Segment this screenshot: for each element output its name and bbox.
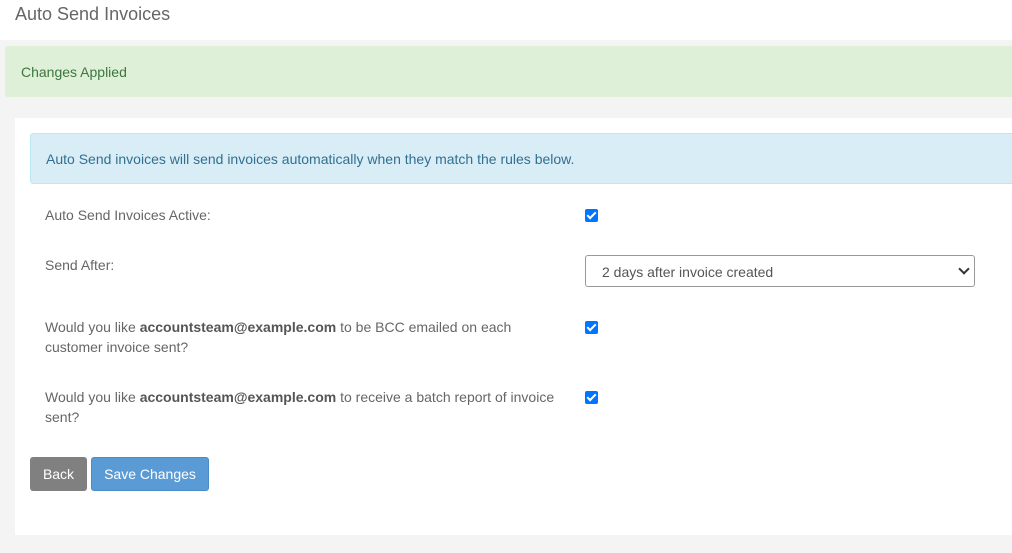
batch-label: Would you like accountsteam@example.com …: [45, 387, 565, 427]
page-title: Auto Send Invoices: [15, 4, 171, 24]
bcc-email: accountsteam@example.com: [139, 319, 337, 335]
bcc-label-prefix: Would you like: [45, 319, 140, 335]
success-alert: Changes Applied: [5, 46, 1012, 97]
bcc-label: Would you like accountsteam@example.com …: [45, 317, 565, 357]
settings-panel: Auto Send invoices will send invoices au…: [15, 118, 1012, 535]
send-after-value: 2 days after invoice created: [602, 264, 774, 280]
chevron-down-icon: [958, 263, 970, 275]
batch-label-prefix: Would you like: [45, 389, 140, 405]
bcc-checkbox[interactable]: [585, 321, 598, 334]
batch-checkbox[interactable]: [585, 391, 598, 404]
back-button[interactable]: Back: [30, 457, 87, 491]
active-checkbox[interactable]: [585, 209, 598, 222]
info-alert: Auto Send invoices will send invoices au…: [30, 133, 1012, 184]
page-header: Auto Send Invoices: [0, 0, 1012, 40]
info-alert-text: Auto Send invoices will send invoices au…: [46, 151, 575, 167]
active-label: Auto Send Invoices Active:: [45, 207, 211, 223]
batch-email: accountsteam@example.com: [139, 389, 337, 405]
send-after-select[interactable]: 2 days after invoice created: [585, 255, 975, 287]
save-changes-button[interactable]: Save Changes: [91, 457, 209, 491]
success-alert-text: Changes Applied: [21, 64, 127, 80]
send-after-label: Send After:: [45, 257, 115, 273]
